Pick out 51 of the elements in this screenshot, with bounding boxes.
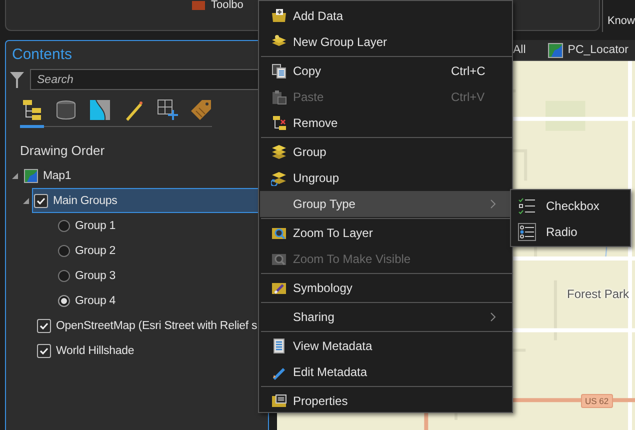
panel-title: Contents (11, 45, 74, 65)
folder-plus-icon (270, 8, 286, 24)
checklist-icon (518, 197, 536, 215)
checkbox[interactable] (37, 318, 51, 332)
menu-item[interactable]: Properties (260, 388, 511, 414)
radio-button[interactable] (58, 220, 70, 232)
section-heading: Drawing Order (19, 142, 106, 160)
clipboard-icon (270, 89, 286, 105)
checkmark-icon (36, 196, 46, 206)
ribbon-label[interactable]: Know (607, 15, 635, 32)
shortcut-text: Ctrl+C (451, 64, 486, 78)
tree-tab[interactable] (20, 98, 44, 128)
document-icon (270, 338, 286, 354)
checkbox[interactable] (34, 194, 48, 208)
checkmark-icon (39, 346, 49, 356)
menu-item[interactable]: Symbology (260, 275, 511, 301)
menu-item[interactable]: Remove (260, 110, 511, 136)
checkmark-icon (39, 320, 49, 330)
search-field[interactable]: Search (30, 69, 260, 90)
checkbox[interactable] (37, 344, 51, 358)
radio-button[interactable] (58, 294, 70, 306)
expanded-triangle-icon[interactable] (11, 172, 19, 180)
note-icon (270, 393, 286, 409)
map-tab[interactable]: All (513, 44, 526, 56)
menu-item[interactable]: Checkbox (511, 193, 630, 219)
layers-arrow-icon (270, 170, 286, 186)
magnifier-icon (270, 251, 286, 267)
filter-icon[interactable] (10, 70, 24, 88)
tree-remove-icon (270, 115, 286, 131)
layers-icon (270, 144, 286, 160)
menu-item[interactable]: Group Type (260, 191, 511, 217)
radio-button[interactable] (58, 244, 70, 256)
menu-item[interactable]: Copy Ctrl+C (260, 58, 511, 84)
menu-item[interactable]: Sharing (260, 304, 511, 330)
expanded-triangle-icon[interactable] (22, 196, 30, 204)
place-label: Forest Park (567, 287, 630, 301)
toolbox-label[interactable]: Toolbo (211, 0, 244, 11)
brush-icon (270, 280, 286, 296)
menu-item[interactable]: Group (260, 139, 511, 165)
map-icon (24, 168, 38, 182)
map-tab[interactable]: PC_Locator (548, 42, 629, 58)
menu-item[interactable]: Radio (511, 219, 630, 245)
route-shield: US 62 (581, 394, 613, 408)
menu-item[interactable]: Add Data (260, 3, 511, 29)
menu-item[interactable]: New Group Layer (260, 29, 511, 55)
magnifier-icon (270, 225, 286, 241)
copy-icon (270, 63, 286, 79)
shortcut-text: Ctrl+V (451, 90, 486, 104)
map-icon (548, 42, 563, 58)
radio-button[interactable] (58, 270, 70, 282)
radio-list-icon (518, 223, 536, 241)
